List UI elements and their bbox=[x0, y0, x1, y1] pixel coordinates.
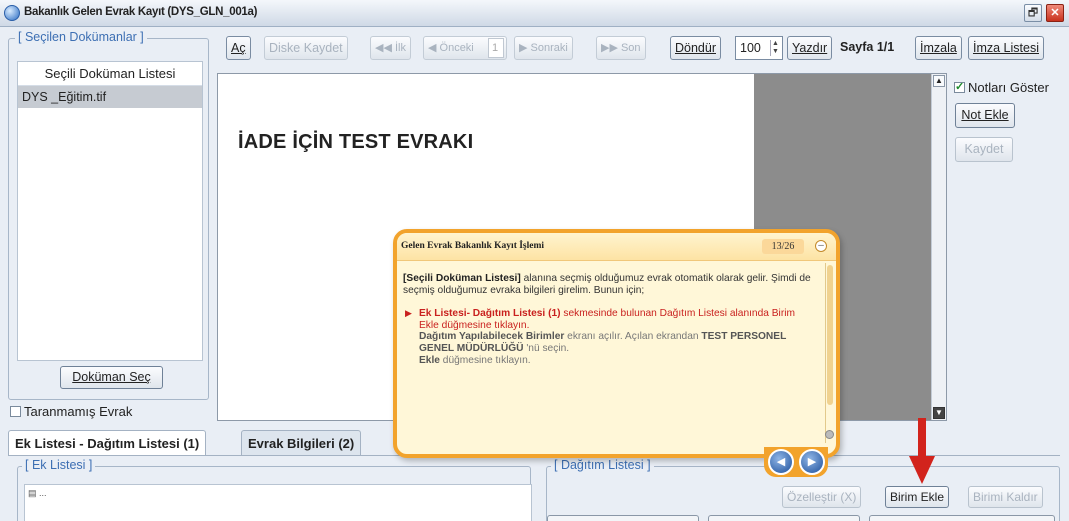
customize-button[interactable]: Özelleştir (X) bbox=[782, 486, 862, 508]
help-callout-title: Gelen Evrak Bakanlık Kayıt İşlemi bbox=[401, 241, 545, 251]
zoom-value: 100 bbox=[740, 41, 761, 55]
help-details-text-3: düğmesine tıklayın. bbox=[439, 354, 531, 366]
page-number-input[interactable]: 1 bbox=[488, 38, 504, 58]
minimize-icon[interactable]: – bbox=[815, 240, 827, 252]
help-step-counter: 13/26 bbox=[762, 239, 804, 254]
tab-attachment-distribution-list[interactable]: Ek Listesi - Dağıtım Listesi (1) bbox=[8, 430, 207, 456]
app-icon bbox=[4, 5, 20, 21]
remove-unit-button[interactable]: Birimi Kaldır bbox=[968, 486, 1043, 508]
selected-documents-legend: [ Seçilen Dokümanlar ] bbox=[15, 30, 147, 44]
help-details-text-2: 'nü seçin. bbox=[523, 342, 570, 354]
signature-list-button[interactable]: İmza Listesi bbox=[968, 36, 1044, 60]
red-arrow-icon bbox=[909, 418, 935, 484]
add-unit-button[interactable]: Birim Ekle bbox=[885, 486, 950, 508]
help-scroll-knob[interactable] bbox=[825, 430, 834, 439]
title-bar: Bakanlık Gelen Evrak Kayıt (DYS_GLN_001a… bbox=[0, 0, 1069, 27]
restore-icon[interactable]: 🗗 bbox=[1024, 4, 1042, 22]
checkbox-icon[interactable] bbox=[10, 406, 21, 417]
distribution-list-legend: [ Dağıtım Listesi ] bbox=[551, 458, 654, 472]
previous-step-icon[interactable]: ◀ bbox=[768, 449, 794, 475]
help-intro-bold: [Seçili Doküman Listesi] bbox=[403, 273, 521, 284]
attachment-file-label: ... bbox=[39, 488, 47, 498]
help-paragraph-details: Dağıtım Yapılabilecek Birimler ekranı aç… bbox=[403, 331, 815, 366]
next-step-icon[interactable]: ▶ bbox=[799, 449, 825, 475]
help-callout-body: [Seçili Doküman Listesi] alanına seçmiş … bbox=[403, 273, 815, 366]
help-details-text-1: ekranı açılır. Açılan ekrandan bbox=[564, 331, 702, 343]
unscanned-document-checkbox[interactable]: Taranmamış Evrak bbox=[10, 404, 132, 419]
document-list-header: Seçili Doküman Listesi bbox=[18, 62, 202, 86]
show-notes-checkbox[interactable]: Notları Göster bbox=[954, 80, 1049, 95]
print-button[interactable]: Yazdır bbox=[787, 36, 833, 60]
help-callout: Gelen Evrak Bakanlık Kayıt İşlemi 13/26 … bbox=[393, 229, 840, 458]
bottom-column-header bbox=[708, 515, 860, 521]
next-page-button[interactable]: ▶ Sonraki bbox=[514, 36, 573, 60]
close-icon[interactable]: ✕ bbox=[1046, 4, 1064, 22]
sign-button-label: İmzala bbox=[920, 41, 957, 55]
viewer-scrollbar[interactable]: ▲ ▼ bbox=[931, 74, 946, 420]
spinner-arrows-icon[interactable]: ▲ ▼ bbox=[770, 40, 780, 56]
help-instruction-bold: Ek Listesi- Dağıtım Listesi (1) bbox=[419, 308, 561, 320]
signature-list-label: İmza Listesi bbox=[973, 41, 1039, 55]
last-page-button[interactable]: ▶▶ Son bbox=[596, 36, 646, 60]
zoom-spinner[interactable]: 100 ▲ ▼ bbox=[735, 36, 783, 60]
select-document-button[interactable]: Doküman Seç bbox=[60, 366, 163, 389]
checkbox-checked-icon[interactable] bbox=[954, 80, 965, 93]
file-icon: ▤ bbox=[28, 488, 37, 498]
page-info: Sayfa 1/1 bbox=[840, 40, 895, 54]
attachment-list-item[interactable]: ▤ ... bbox=[28, 488, 47, 499]
first-page-button[interactable]: ◀◀ İlk bbox=[370, 36, 411, 60]
open-button-label: Aç bbox=[231, 41, 246, 55]
bottom-column-header bbox=[547, 515, 699, 521]
help-details-bold-3: Ekle bbox=[419, 354, 440, 366]
bottom-column-header bbox=[869, 515, 1055, 521]
selected-document-list[interactable]: Seçili Doküman Listesi DYS _Eğitim.tif bbox=[17, 61, 203, 361]
document-list-item[interactable]: DYS _Eğitim.tif bbox=[18, 86, 202, 108]
document-content-title: İADE İÇİN TEST EVRAKI bbox=[238, 131, 474, 153]
help-callout-header: Gelen Evrak Bakanlık Kayıt İşlemi 13/26 … bbox=[397, 233, 836, 261]
attachment-list-legend: [ Ek Listesi ] bbox=[22, 458, 96, 472]
tab-document-info[interactable]: Evrak Bilgileri (2) bbox=[241, 430, 362, 456]
unscanned-document-label: Taranmamış Evrak bbox=[24, 404, 133, 419]
help-callout-scrollbar[interactable] bbox=[825, 263, 834, 443]
show-notes-label: Notları Göster bbox=[968, 80, 1049, 95]
sign-button[interactable]: İmzala bbox=[915, 36, 962, 60]
print-button-label: Yazdır bbox=[792, 41, 828, 55]
rotate-button[interactable]: Döndür bbox=[670, 36, 721, 60]
rotate-button-label: Döndür bbox=[675, 41, 716, 55]
scroll-up-icon[interactable]: ▲ bbox=[933, 75, 945, 87]
help-details-bold-1: Dağıtım Yapılabilecek Birimler bbox=[419, 331, 565, 343]
viewer-toolbar: Aç Diske Kaydet ◀◀ İlk ◀ Önceki 1 ▶ Sonr… bbox=[214, 36, 1059, 64]
help-paragraph-instruction: Ek Listesi- Dağıtım Listesi (1) sekmesin… bbox=[403, 308, 815, 331]
save-to-disk-button[interactable]: Diske Kaydet bbox=[264, 36, 348, 60]
save-note-button[interactable]: Kaydet bbox=[955, 137, 1013, 162]
attachment-list[interactable]: ▤ ... bbox=[24, 484, 532, 521]
add-note-button[interactable]: Not Ekle bbox=[955, 103, 1015, 128]
previous-page-label: ◀ Önceki bbox=[428, 42, 474, 54]
window-title: Bakanlık Gelen Evrak Kayıt (DYS_GLN_001a… bbox=[24, 6, 258, 18]
open-button[interactable]: Aç bbox=[226, 36, 251, 60]
help-scroll-thumb[interactable] bbox=[827, 265, 833, 405]
help-paragraph-intro: [Seçili Doküman Listesi] alanına seçmiş … bbox=[403, 273, 815, 296]
